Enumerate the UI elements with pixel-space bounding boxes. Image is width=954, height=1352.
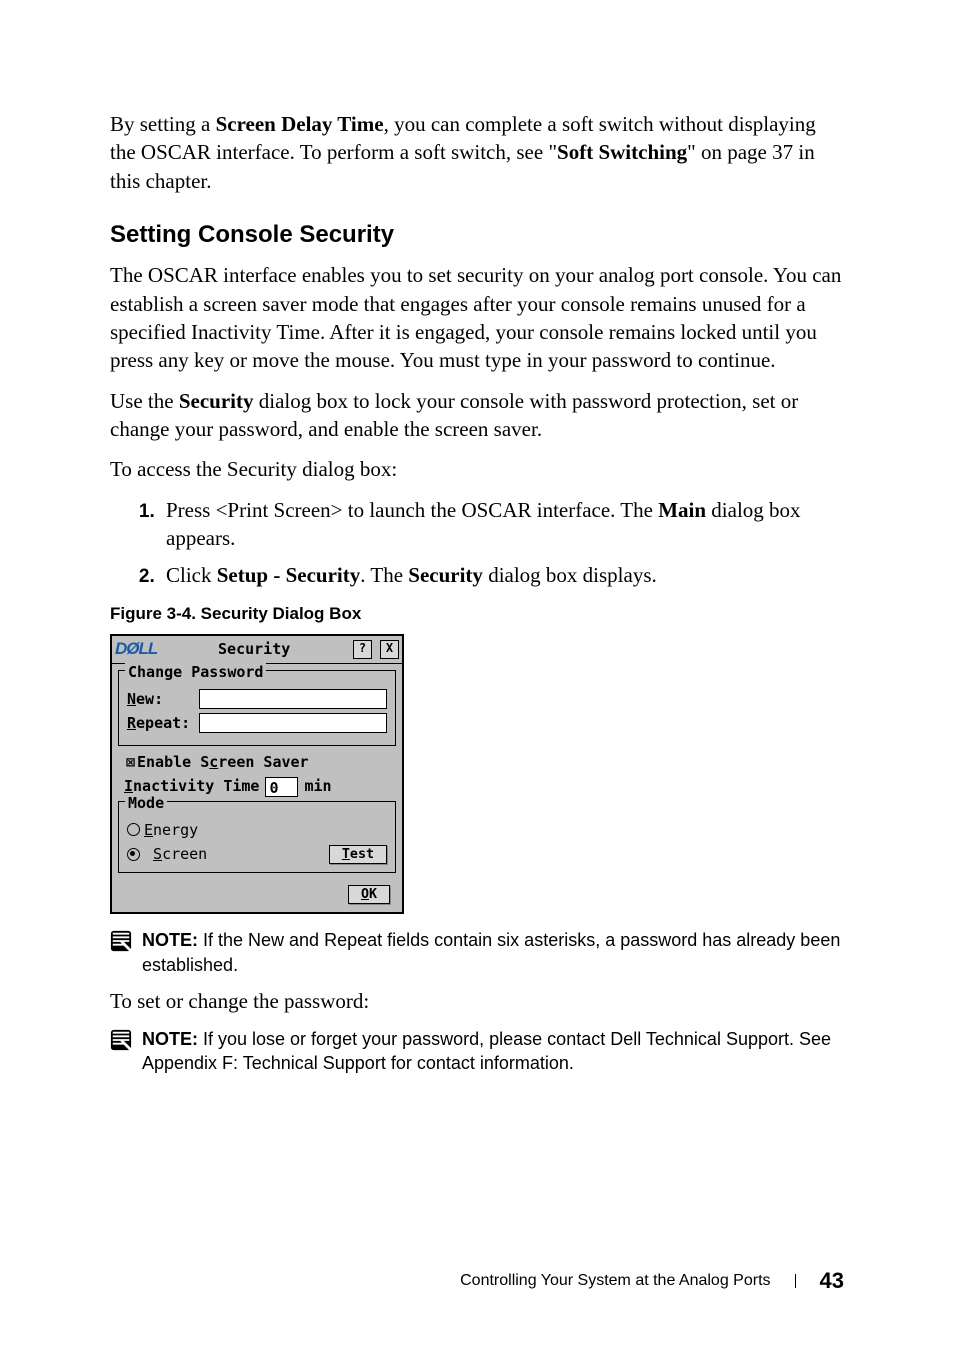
- enable-checkbox[interactable]: ⊠: [124, 752, 137, 772]
- step-2: Click Setup - Security. The Security dia…: [160, 561, 844, 589]
- bold: Setup - Security: [217, 563, 361, 587]
- mnemonic: E: [144, 821, 153, 839]
- note-body: If the New and Repeat fields contain six…: [142, 930, 840, 974]
- energy-radio[interactable]: [127, 823, 140, 836]
- energy-row: Energy: [127, 820, 387, 840]
- mnemonic: S: [153, 845, 162, 863]
- security-dialog: DØLL Security ? X Change Password New: R…: [110, 634, 404, 914]
- text: By setting a: [110, 112, 216, 136]
- mnemonic: T: [342, 847, 350, 862]
- text: reen Saver: [218, 753, 308, 771]
- dialog-titlebar: DØLL Security ? X: [112, 636, 402, 664]
- test-button[interactable]: Test: [329, 845, 387, 864]
- note-2: NOTE: If you lose or forget your passwor…: [110, 1027, 844, 1076]
- para-security-use: Use the Security dialog box to lock your…: [110, 387, 844, 444]
- text: Use the: [110, 389, 179, 413]
- bold: Screen Delay Time: [216, 112, 384, 136]
- steps-list: Press <Print Screen> to launch the OSCAR…: [110, 496, 844, 589]
- section-title: Setting Console Security: [110, 219, 844, 251]
- close-button[interactable]: X: [380, 640, 399, 659]
- new-label: New:: [127, 689, 191, 709]
- note-body: If you lose or forget your password, ple…: [142, 1029, 831, 1073]
- text: epeat:: [136, 714, 190, 732]
- text: Enable S: [137, 753, 209, 771]
- bold: Security: [408, 563, 483, 587]
- dialog-body: Change Password New: Repeat: ⊠Enable Scr…: [112, 664, 402, 913]
- text: Press <Print Screen> to launch the OSCAR…: [166, 498, 658, 522]
- para-access: To access the Security dialog box:: [110, 455, 844, 483]
- text: Click: [166, 563, 217, 587]
- text: ew:: [136, 690, 163, 708]
- mnemonic: N: [127, 690, 136, 708]
- mnemonic: O: [361, 887, 369, 902]
- enable-row: ⊠Enable Screen Saver: [124, 752, 394, 772]
- text: K: [369, 887, 377, 902]
- note-text: NOTE: If you lose or forget your passwor…: [142, 1027, 844, 1076]
- dell-logo: DØLL: [115, 638, 157, 661]
- text: nergy: [153, 821, 198, 839]
- note-label: NOTE:: [142, 930, 198, 950]
- inactivity-unit: min: [304, 776, 331, 796]
- note-label: NOTE:: [142, 1029, 198, 1049]
- intro-para: By setting a Screen Delay Time, you can …: [110, 110, 844, 195]
- mode-group: Mode Energy Screen Test: [118, 801, 396, 874]
- bold: Security: [179, 389, 254, 413]
- repeat-field[interactable]: [199, 713, 387, 733]
- screen-row: Screen Test: [127, 844, 387, 864]
- para-setpw: To set or change the password:: [110, 987, 844, 1015]
- bold: Main: [658, 498, 706, 522]
- screen-radio[interactable]: [127, 848, 140, 861]
- new-field[interactable]: [199, 689, 387, 709]
- ok-button[interactable]: OK: [348, 885, 390, 904]
- footer-divider: [795, 1274, 796, 1288]
- footer-text: Controlling Your System at the Analog Po…: [460, 1270, 770, 1292]
- new-row: New:: [127, 689, 387, 709]
- repeat-row: Repeat:: [127, 713, 387, 733]
- step-1: Press <Print Screen> to launch the OSCAR…: [160, 496, 844, 553]
- mnemonic: c: [209, 753, 218, 771]
- note-1: NOTE: If the New and Repeat fields conta…: [110, 928, 844, 977]
- dialog-title: Security: [163, 639, 345, 659]
- mnemonic: R: [127, 714, 136, 732]
- help-button[interactable]: ?: [353, 640, 372, 659]
- change-password-group: Change Password New: Repeat:: [118, 670, 396, 747]
- group-legend: Change Password: [125, 662, 266, 682]
- inactivity-field[interactable]: 0: [265, 777, 298, 797]
- page-footer: Controlling Your System at the Analog Po…: [460, 1266, 844, 1296]
- note-icon: [110, 1029, 132, 1051]
- bold: Soft Switching: [557, 140, 687, 164]
- screen-label: Screen: [153, 845, 207, 863]
- group-legend: Mode: [125, 793, 167, 813]
- button-bar: OK: [118, 879, 396, 904]
- note-text: NOTE: If the New and Repeat fields conta…: [142, 928, 844, 977]
- page-number: 43: [820, 1266, 844, 1296]
- figure-caption: Figure 3-4. Security Dialog Box: [110, 603, 844, 626]
- para-security-intro: The OSCAR interface enables you to set s…: [110, 261, 844, 374]
- text: creen: [162, 845, 207, 863]
- text: est: [350, 847, 374, 862]
- screen-option: Screen: [127, 844, 207, 864]
- energy-label: Energy: [144, 820, 198, 840]
- repeat-label: Repeat:: [127, 713, 191, 733]
- note-icon: [110, 930, 132, 952]
- text: dialog box displays.: [483, 563, 657, 587]
- text: . The: [360, 563, 408, 587]
